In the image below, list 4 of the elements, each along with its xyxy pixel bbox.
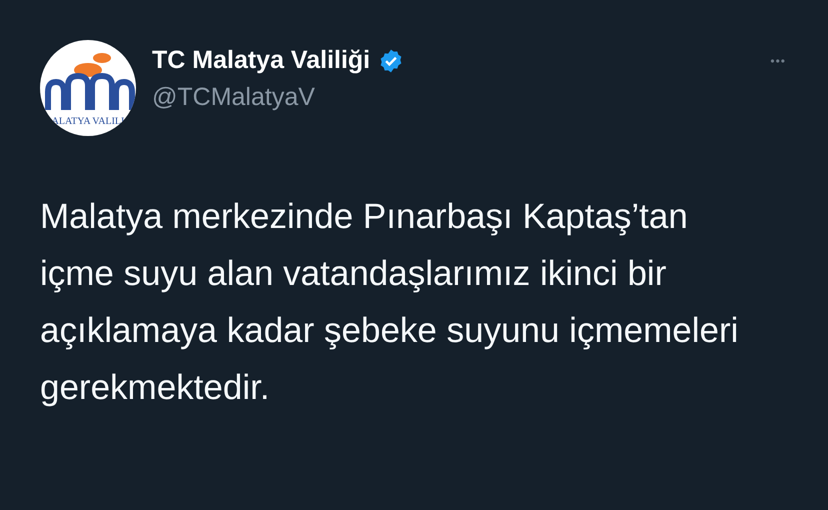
tweet-text: Malatya merkezinde Pınarbaşı Kaptaş’tan içme suyu alan vatandaşlarımız ikinci bir açıklamaya kadar şebeke suyunu içmemeleri gerekmektedir. xyxy=(40,196,740,409)
account-name[interactable]: TC Malatya Valiliği xyxy=(152,46,370,75)
account-handle[interactable]: @TCMalatyaV xyxy=(152,83,315,112)
more-button[interactable]: ••• xyxy=(768,52,788,70)
